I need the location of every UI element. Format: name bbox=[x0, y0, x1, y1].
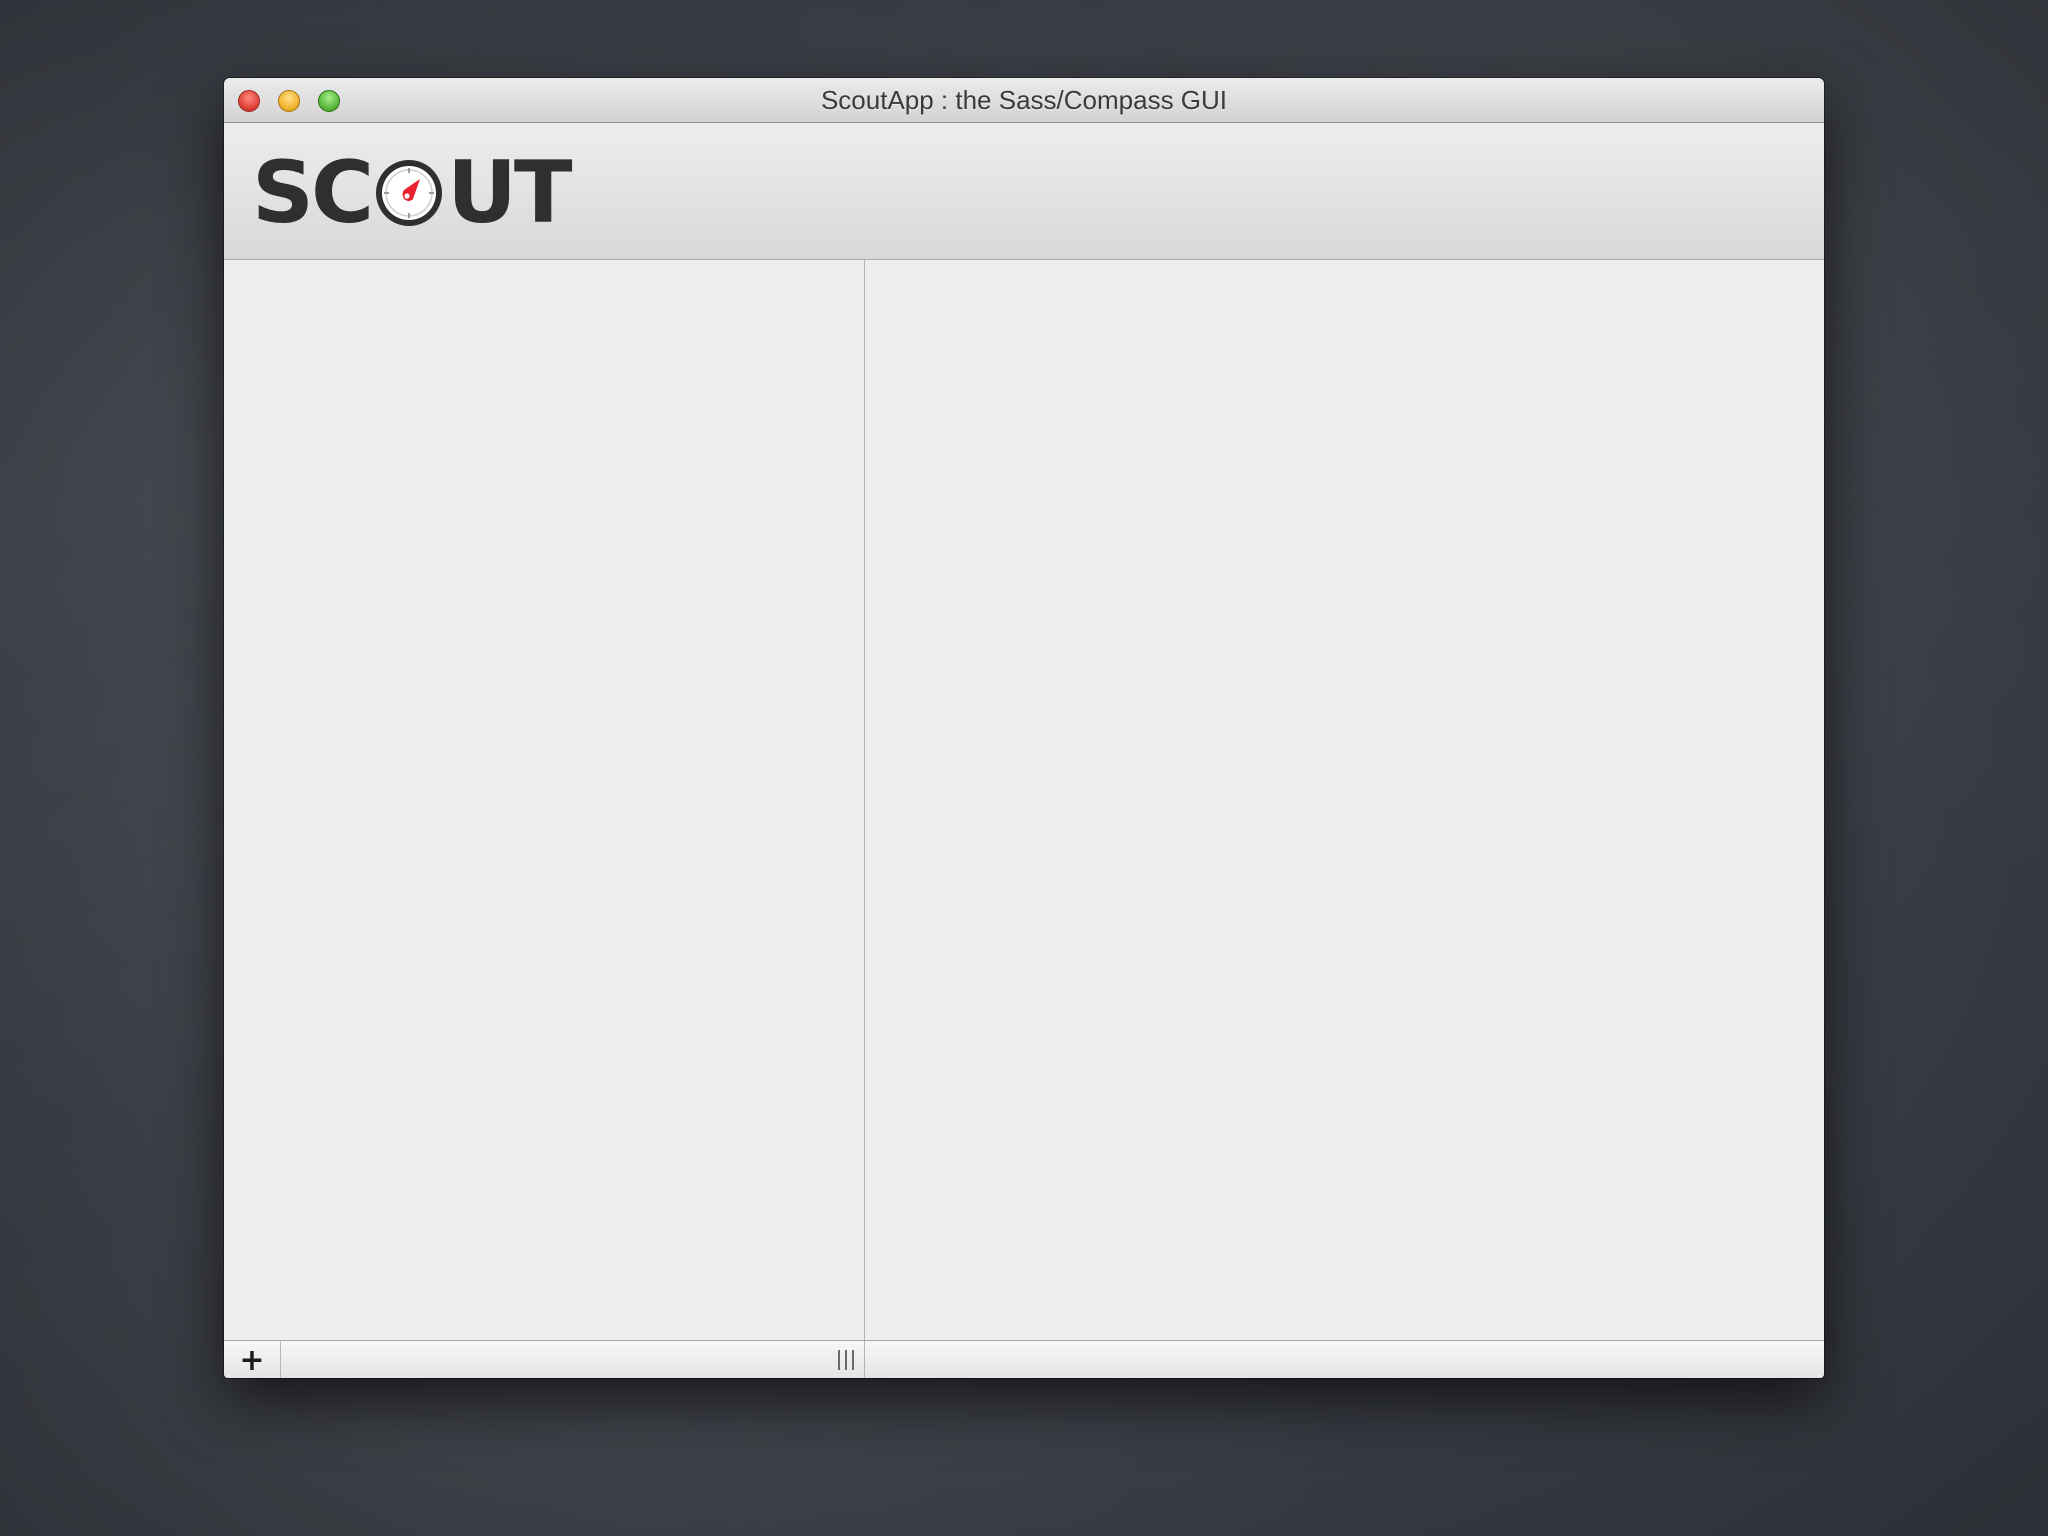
logo-text-left: SC bbox=[252, 143, 374, 243]
project-list-pane[interactable] bbox=[224, 260, 864, 1340]
bottom-toolbar: + bbox=[224, 1340, 1824, 1378]
title-bar[interactable]: ScoutApp : the Sass/Compass GUI bbox=[224, 78, 1824, 123]
compass-icon bbox=[376, 160, 443, 226]
window-title: ScoutApp : the Sass/Compass GUI bbox=[820, 85, 1228, 115]
project-detail-pane bbox=[865, 260, 1824, 1340]
main-split-view bbox=[224, 260, 1824, 1340]
plus-icon: + bbox=[239, 1342, 265, 1378]
app-header: SC UT bbox=[224, 123, 1824, 260]
bottom-bar-divider bbox=[864, 1341, 865, 1378]
add-project-button[interactable]: + bbox=[224, 1341, 281, 1378]
scout-logo: SC UT bbox=[252, 143, 573, 243]
logo-text-right: UT bbox=[447, 143, 572, 243]
resize-handle-icon[interactable] bbox=[838, 1350, 854, 1370]
app-window: ScoutApp : the Sass/Compass GUI SC UT + bbox=[224, 78, 1824, 1378]
desktop-background: ScoutApp : the Sass/Compass GUI SC UT + bbox=[0, 0, 2048, 1536]
